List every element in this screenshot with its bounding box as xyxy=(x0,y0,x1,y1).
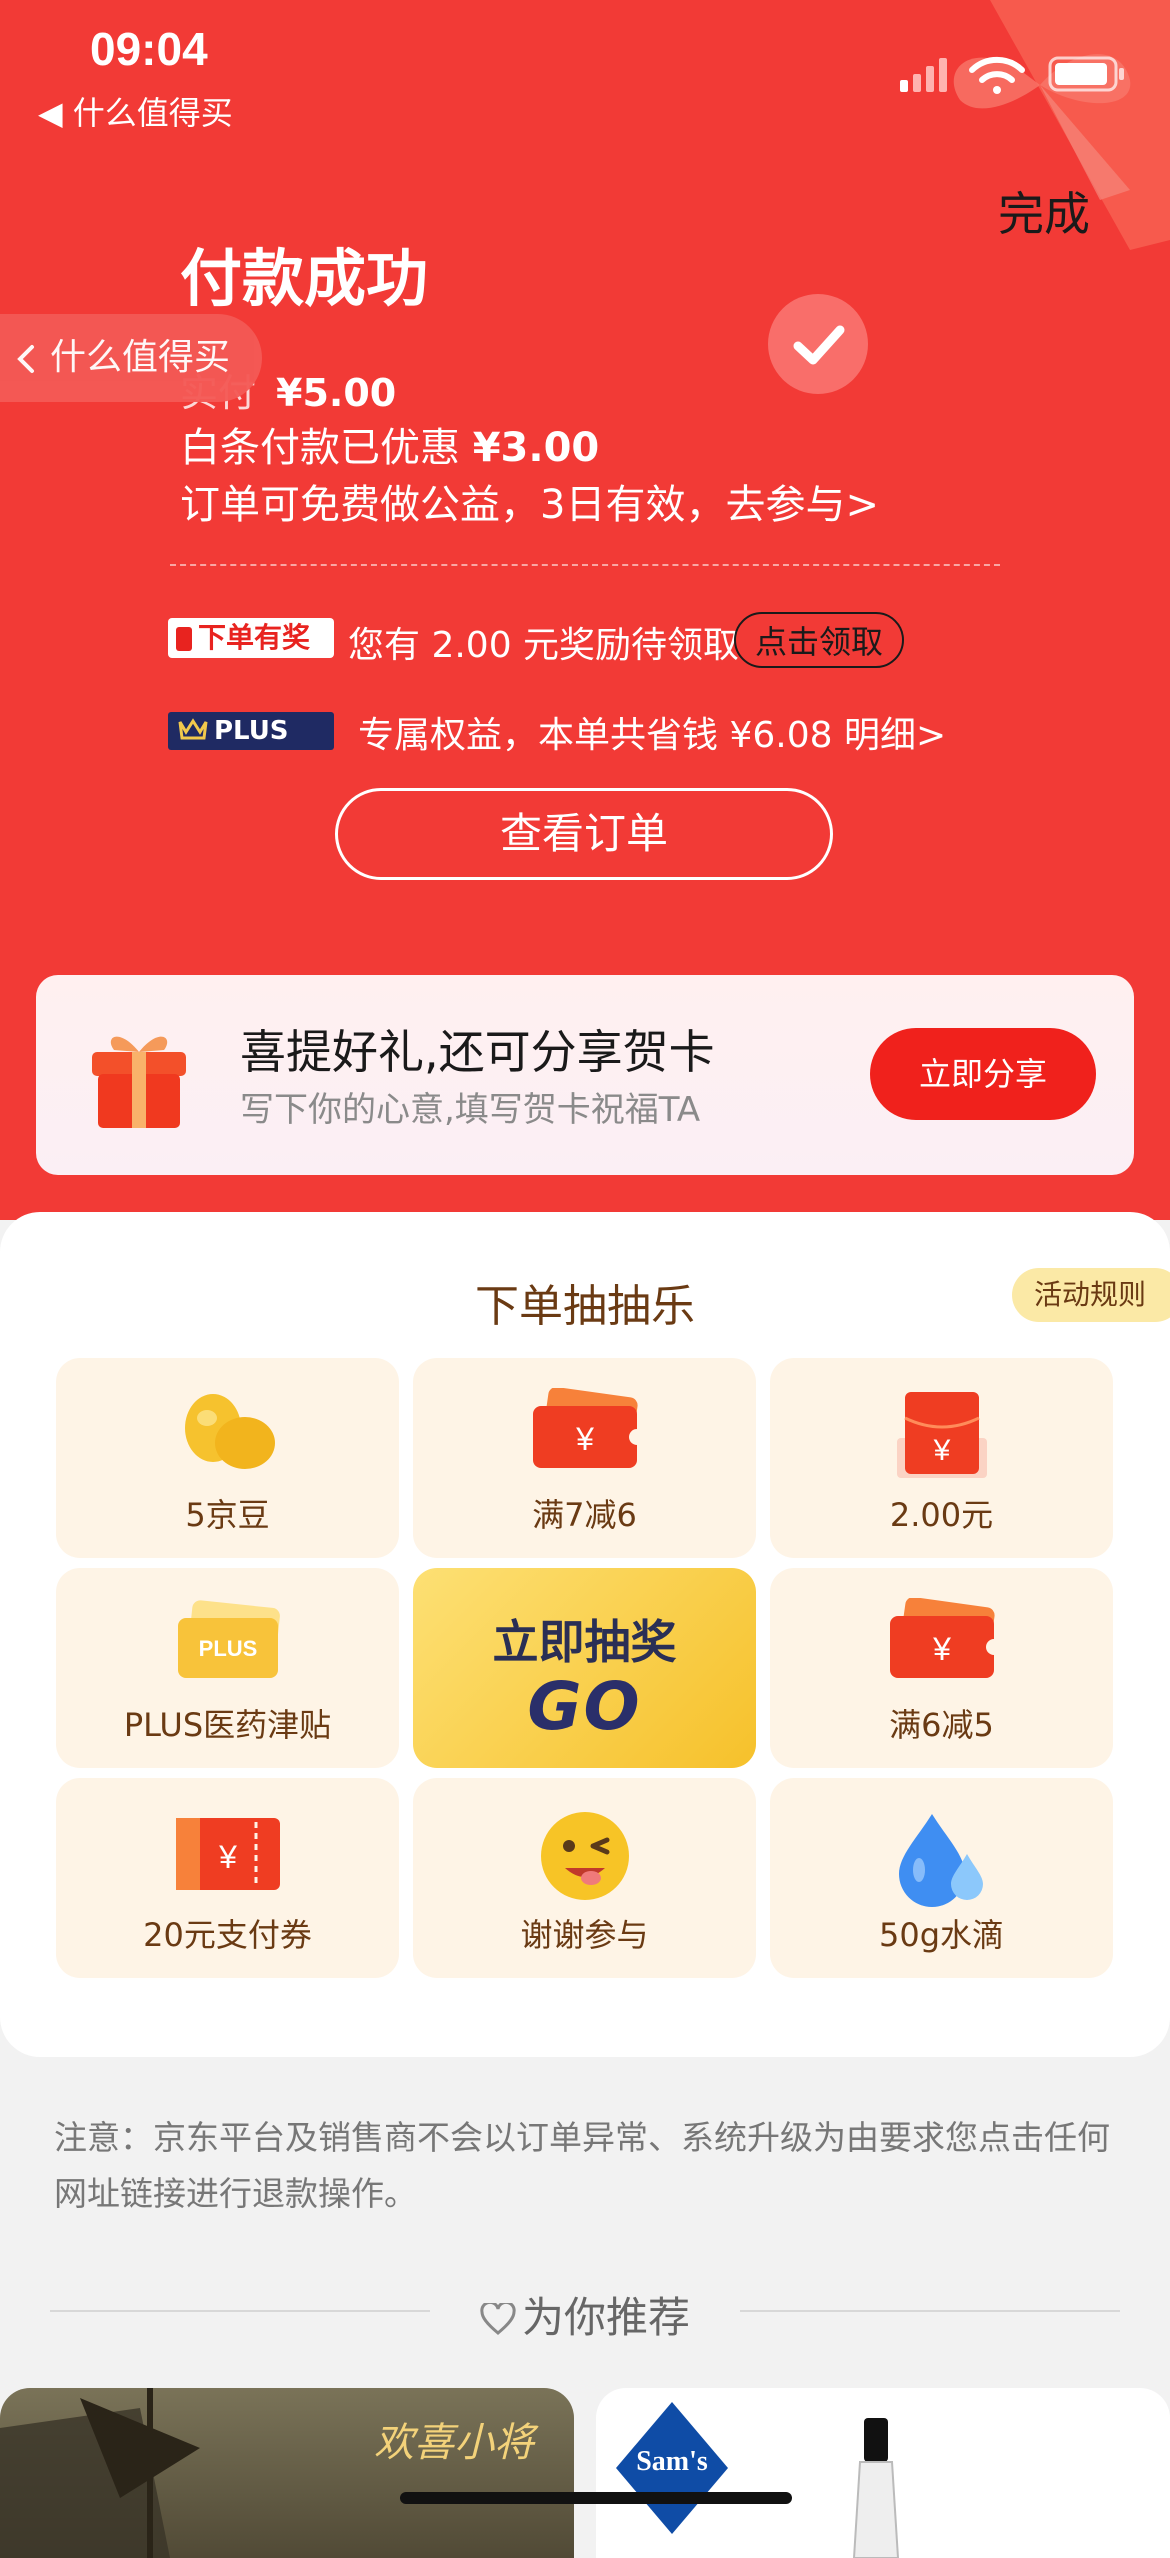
prize-label: 5京豆 xyxy=(185,1496,270,1534)
float-back-button[interactable]: 什么值得买 xyxy=(0,314,262,402)
signal-icon xyxy=(900,58,947,92)
share-now-button[interactable]: 立即分享 xyxy=(870,1028,1096,1120)
jingdou-beans-icon xyxy=(184,1394,275,1469)
prize-cell: PLUS PLUS医药津贴 xyxy=(56,1568,399,1768)
svg-text:¥: ¥ xyxy=(932,1434,950,1467)
prize-cell: ¥ 满7减6 xyxy=(413,1358,756,1558)
coupon-yen-icon: ¥ xyxy=(889,1598,1002,1678)
svg-text:¥: ¥ xyxy=(218,1839,237,1875)
svg-text:¥: ¥ xyxy=(575,1421,594,1457)
status-icons xyxy=(900,56,1124,94)
share-subtitle: 写下你的心意,填写贺卡祝福TA xyxy=(240,1090,701,1130)
discount-line: 白条付款已优惠 ¥3.00 xyxy=(180,415,599,473)
recommend-card[interactable]: 欢喜小将 xyxy=(0,2388,574,2558)
security-notice: 注意：京东平台及销售商不会以订单异常、系统升级为由要求您点击任何网址链接进行退款… xyxy=(54,2118,1110,2213)
crown-icon xyxy=(178,713,208,751)
recommend-title-label: 为你推荐 xyxy=(521,2293,690,2342)
battery-icon xyxy=(1048,56,1124,92)
plus-savings-link[interactable]: 专属权益，本单共省钱 ¥6.08 明细> xyxy=(358,706,946,758)
gift-box-icon xyxy=(92,1036,186,1128)
payment-ticket-icon: ¥ xyxy=(175,1818,280,1890)
prize-label: 满6减5 xyxy=(889,1706,994,1744)
water-drop-icon xyxy=(898,1814,983,1907)
home-indicator xyxy=(400,2492,792,2504)
discount-label: 白条付款已优惠 xyxy=(180,425,460,471)
success-check-icon xyxy=(768,294,868,394)
red-envelope-small-icon xyxy=(176,627,192,651)
plus-tag: PLUS xyxy=(168,712,334,750)
prize-cell: ¥ 20元支付券 xyxy=(56,1778,399,1978)
prize-label: PLUS医药津贴 xyxy=(123,1706,332,1744)
lottery-title: 下单抽抽乐 xyxy=(475,1281,695,1332)
red-envelope-icon: ¥ xyxy=(896,1392,987,1478)
prize-label: 满7减6 xyxy=(532,1496,637,1534)
prize-cell: ¥ 2.00元 xyxy=(770,1358,1113,1558)
done-button[interactable]: 完成 xyxy=(998,178,1090,244)
prize-label: 20元支付券 xyxy=(143,1916,312,1954)
recommend-title: 为你推荐 xyxy=(0,2284,1170,2345)
paid-amount: ¥5.00 xyxy=(276,371,397,415)
view-order-button[interactable]: 查看订单 xyxy=(335,788,833,880)
float-back-label: 什么值得买 xyxy=(50,337,231,378)
bottle-image xyxy=(852,2418,900,2558)
prize-label: 2.00元 xyxy=(889,1496,994,1534)
product-brand-label: 欢喜小将 xyxy=(374,2420,534,2466)
reward-text: 您有 2.00 元奖励待领取 xyxy=(348,625,740,666)
plus-tag-label: PLUS xyxy=(214,716,289,746)
prize-cell: 50g水滴 xyxy=(770,1778,1113,1978)
go-label: GO xyxy=(527,1668,642,1745)
status-time: 09:04 xyxy=(90,23,208,75)
wink-emoji-icon xyxy=(540,1812,629,1900)
prize-cell: 5京豆 xyxy=(56,1358,399,1558)
draw-now-label: 立即抽奖 xyxy=(492,1615,677,1669)
prize-cell: 谢谢参与 xyxy=(413,1778,756,1978)
activity-rules-button[interactable]: 活动规则 xyxy=(1012,1268,1170,1322)
heart-icon xyxy=(480,2296,516,2345)
recommend-card[interactable]: Sam's xyxy=(596,2388,1170,2558)
wifi-icon xyxy=(969,56,1025,94)
coupon-yen-icon: ¥ xyxy=(532,1388,645,1468)
prize-label: 谢谢参与 xyxy=(520,1916,649,1954)
reward-tag: 下单有奖 xyxy=(168,618,334,658)
page-title: 付款成功 xyxy=(180,242,429,315)
claim-reward-button[interactable]: 点击领取 xyxy=(734,612,904,668)
prize-label: 50g水滴 xyxy=(878,1916,1005,1954)
back-to-app-link[interactable]: ◀ 什么值得买 xyxy=(38,88,233,134)
discount-amount: ¥3.00 xyxy=(472,425,600,471)
charity-link[interactable]: 订单可免费做公益，3日有效，去参与> xyxy=(180,472,879,530)
plus-card-icon: PLUS xyxy=(177,1600,280,1678)
chevron-left-icon xyxy=(16,314,36,402)
svg-text:PLUS: PLUS xyxy=(198,1636,257,1661)
divider xyxy=(170,564,1000,566)
draw-now-button[interactable]: 立即抽奖 GO xyxy=(413,1568,756,1768)
sams-logo-text: Sam's xyxy=(636,2446,708,2477)
share-title: 喜提好礼,还可分享贺卡 xyxy=(240,1025,715,1079)
svg-text:¥: ¥ xyxy=(932,1631,951,1667)
prize-cell: ¥ 满6减5 xyxy=(770,1568,1113,1768)
reward-tag-label: 下单有奖 xyxy=(198,621,311,654)
